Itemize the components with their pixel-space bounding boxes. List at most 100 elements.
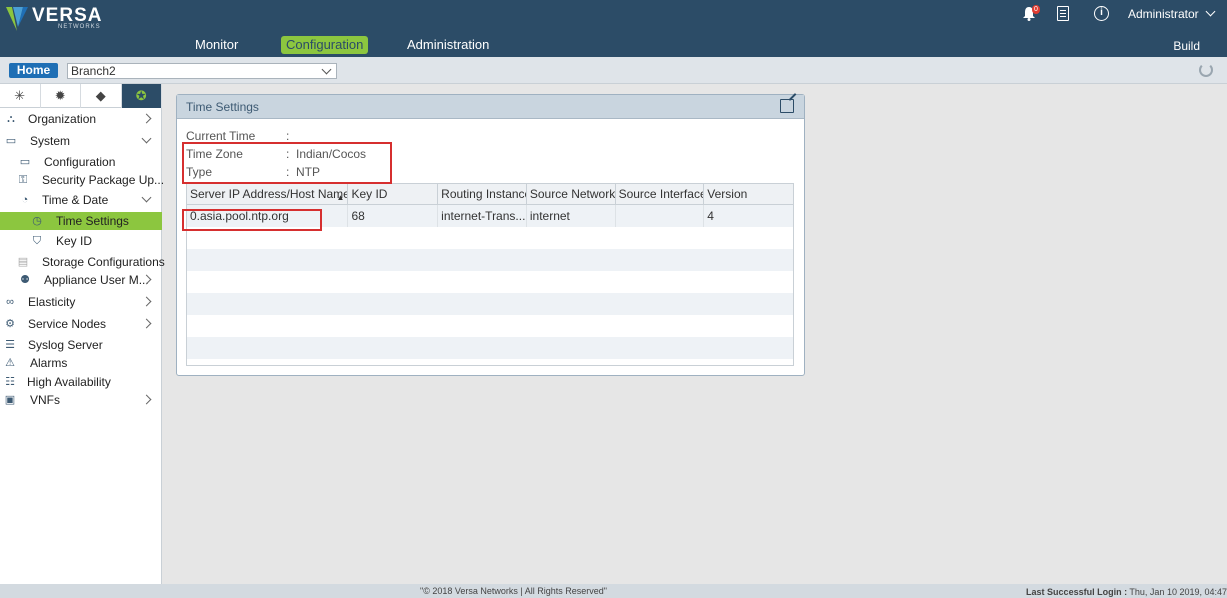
nav-monitor[interactable]: Monitor: [190, 36, 243, 54]
current-time-label: Current Time: [186, 129, 256, 143]
gear-icon[interactable]: ✹: [41, 84, 81, 108]
package-icon: ⚿: [18, 174, 28, 186]
clock-icon: ◷: [32, 215, 42, 227]
sidebar-item-label: Service Nodes: [28, 317, 107, 331]
column-header-version[interactable]: Version: [704, 184, 793, 204]
sidebar-item-storage[interactable]: ▤ Storage Configurations: [0, 253, 165, 271]
chevron-right-icon: [141, 113, 152, 124]
hierarchy-icon: ⛬: [7, 113, 15, 125]
alarm-icon: ⚠: [5, 357, 15, 369]
sidebar-item-time-date[interactable]: ◔ Time & Date: [0, 191, 162, 209]
notes-icon[interactable]: [1057, 6, 1069, 21]
sidebar-item-high-availability[interactable]: ☷ High Availability: [0, 373, 162, 391]
panel-header: Time Settings: [177, 95, 804, 119]
router-icon: ▣: [4, 394, 16, 406]
sidebar-item-security-package[interactable]: ⚿ Security Package Up...: [0, 171, 165, 189]
sidebar-item-label: High Availability: [27, 375, 111, 389]
cell-version: 4: [707, 209, 714, 223]
sidebar-item-label: Organization: [28, 112, 97, 126]
brand-sub: NETWORKS: [58, 24, 101, 30]
monitor-icon: ▭: [5, 135, 17, 147]
chevron-down-icon: [141, 133, 152, 144]
chevron-right-icon: [141, 296, 152, 307]
versa-logo[interactable]: VERSA NETWORKS: [6, 5, 102, 31]
separator: :: [286, 129, 290, 143]
panel-title: Time Settings: [186, 100, 259, 114]
sidebar-item-appliance-users[interactable]: ⚉ Appliance User M...: [0, 271, 162, 289]
build-link[interactable]: Build: [1173, 39, 1200, 53]
versa-logo-icon: [6, 7, 28, 31]
database-icon: ☷: [5, 376, 15, 388]
sidebar-item-elasticity[interactable]: ∞ Elasticity: [0, 293, 162, 311]
chevron-down-icon: [141, 192, 152, 203]
main-nav: Monitor Configuration Administration: [0, 36, 1227, 54]
sidebar-item-label: Alarms: [30, 356, 68, 370]
sidebar-item-alarms[interactable]: ⚠ Alarms: [0, 354, 162, 372]
nav-administration[interactable]: Administration: [402, 36, 494, 54]
elasticity-icon: ∞: [6, 296, 14, 308]
network-icon[interactable]: ✳: [0, 84, 41, 108]
table-header: Server IP Address/Host Name ▲ Key ID Rout…: [187, 184, 793, 205]
sidebar-item-label: Key ID: [56, 234, 93, 248]
sidebar-item-label: Security Package Up...: [42, 173, 165, 187]
sidebar-item-label: System: [30, 134, 71, 148]
column-header-source-interface[interactable]: Source Interface: [616, 184, 705, 204]
footer: "© 2018 Versa Networks | All Rights Rese…: [0, 584, 1227, 598]
time-settings-panel: Time Settings Current Time: Time Zone: In…: [176, 94, 805, 376]
chevron-right-icon: [141, 318, 152, 329]
column-header-key-id[interactable]: Key ID: [348, 184, 439, 204]
cell-routing-instance: internet-Trans...: [438, 205, 527, 227]
column-header-routing-instance[interactable]: Routing Instance: [438, 184, 527, 204]
edit-icon[interactable]: [780, 99, 794, 113]
context-bar: Home Branch2: [0, 57, 1227, 84]
chevron-down-icon: [321, 64, 332, 75]
chevron-right-icon: [141, 394, 152, 405]
sidebar-item-configuration[interactable]: ▭ Configuration: [0, 153, 162, 171]
appliance-select[interactable]: Branch2: [67, 63, 337, 79]
sidebar-item-system[interactable]: ▭ System: [0, 132, 162, 150]
column-header-server[interactable]: Server IP Address/Host Name ▲: [187, 184, 349, 204]
column-header-source-network[interactable]: Source Network: [527, 184, 616, 204]
nav-configuration[interactable]: Configuration: [281, 36, 369, 54]
highlight-box-server: [182, 209, 322, 231]
current-time-row: Current Time:: [186, 129, 296, 143]
sidebar-item-label: Time Settings: [56, 214, 129, 228]
globe-gear-icon[interactable]: ✪: [121, 84, 162, 108]
copyright: "© 2018 Versa Networks | All Rights Rese…: [420, 586, 607, 596]
sidebar: ✳ ✹ ◆ ✪ ⛬ Organization ▭ System ▭ Config…: [0, 84, 165, 584]
info-icon[interactable]: i: [1094, 6, 1109, 21]
sidebar-item-label: VNFs: [30, 393, 60, 407]
sidebar-item-service-nodes[interactable]: ⚙ Service Nodes: [0, 315, 162, 333]
chevron-down-icon: [1205, 6, 1216, 17]
sidebar-item-syslog[interactable]: ☰ Syslog Server: [0, 336, 162, 354]
screen-icon: ▭: [19, 156, 31, 168]
cube-icon[interactable]: ◆: [81, 84, 122, 108]
empty-row: [187, 337, 793, 359]
top-bar: VERSA NETWORKS Monitor Configuration Adm…: [0, 0, 1227, 57]
user-menu[interactable]: Administrator: [1127, 6, 1216, 21]
appliance-select-value: Branch2: [71, 64, 116, 78]
last-login-value: Thu, Jan 10 2019, 04:47: [1129, 587, 1227, 597]
home-button[interactable]: Home: [9, 63, 58, 78]
sidebar-item-organization[interactable]: ⛬ Organization: [0, 110, 162, 128]
storage-icon: ▤: [17, 256, 29, 268]
empty-row: [187, 293, 793, 315]
sidebar-item-label: Time & Date: [42, 193, 109, 207]
last-login-label: Last Successful Login :: [1026, 587, 1128, 597]
cell-key-id: 68: [348, 205, 439, 227]
sidebar-item-key-id[interactable]: ⛉ Key ID: [0, 232, 162, 250]
user-name: Administrator: [1127, 7, 1199, 21]
refresh-icon[interactable]: [1199, 63, 1213, 77]
sidebar-item-label: Storage Configurations: [42, 255, 165, 269]
sidebar-item-vnfs[interactable]: ▣ VNFs: [0, 391, 162, 409]
server-icon: ☰: [5, 339, 15, 351]
sort-icon[interactable]: ▲: [337, 187, 345, 204]
gears-icon: ⚙: [5, 318, 15, 330]
sidebar-item-label: Appliance User M...: [44, 273, 149, 287]
highlight-box-timezone-type: [182, 142, 392, 184]
brand-name: VERSA: [32, 5, 103, 26]
empty-row: [187, 315, 793, 337]
cell-source-interface: [616, 205, 705, 227]
stopwatch-icon: ◔: [21, 194, 29, 206]
sidebar-item-time-settings[interactable]: ◷ Time Settings: [0, 212, 162, 230]
